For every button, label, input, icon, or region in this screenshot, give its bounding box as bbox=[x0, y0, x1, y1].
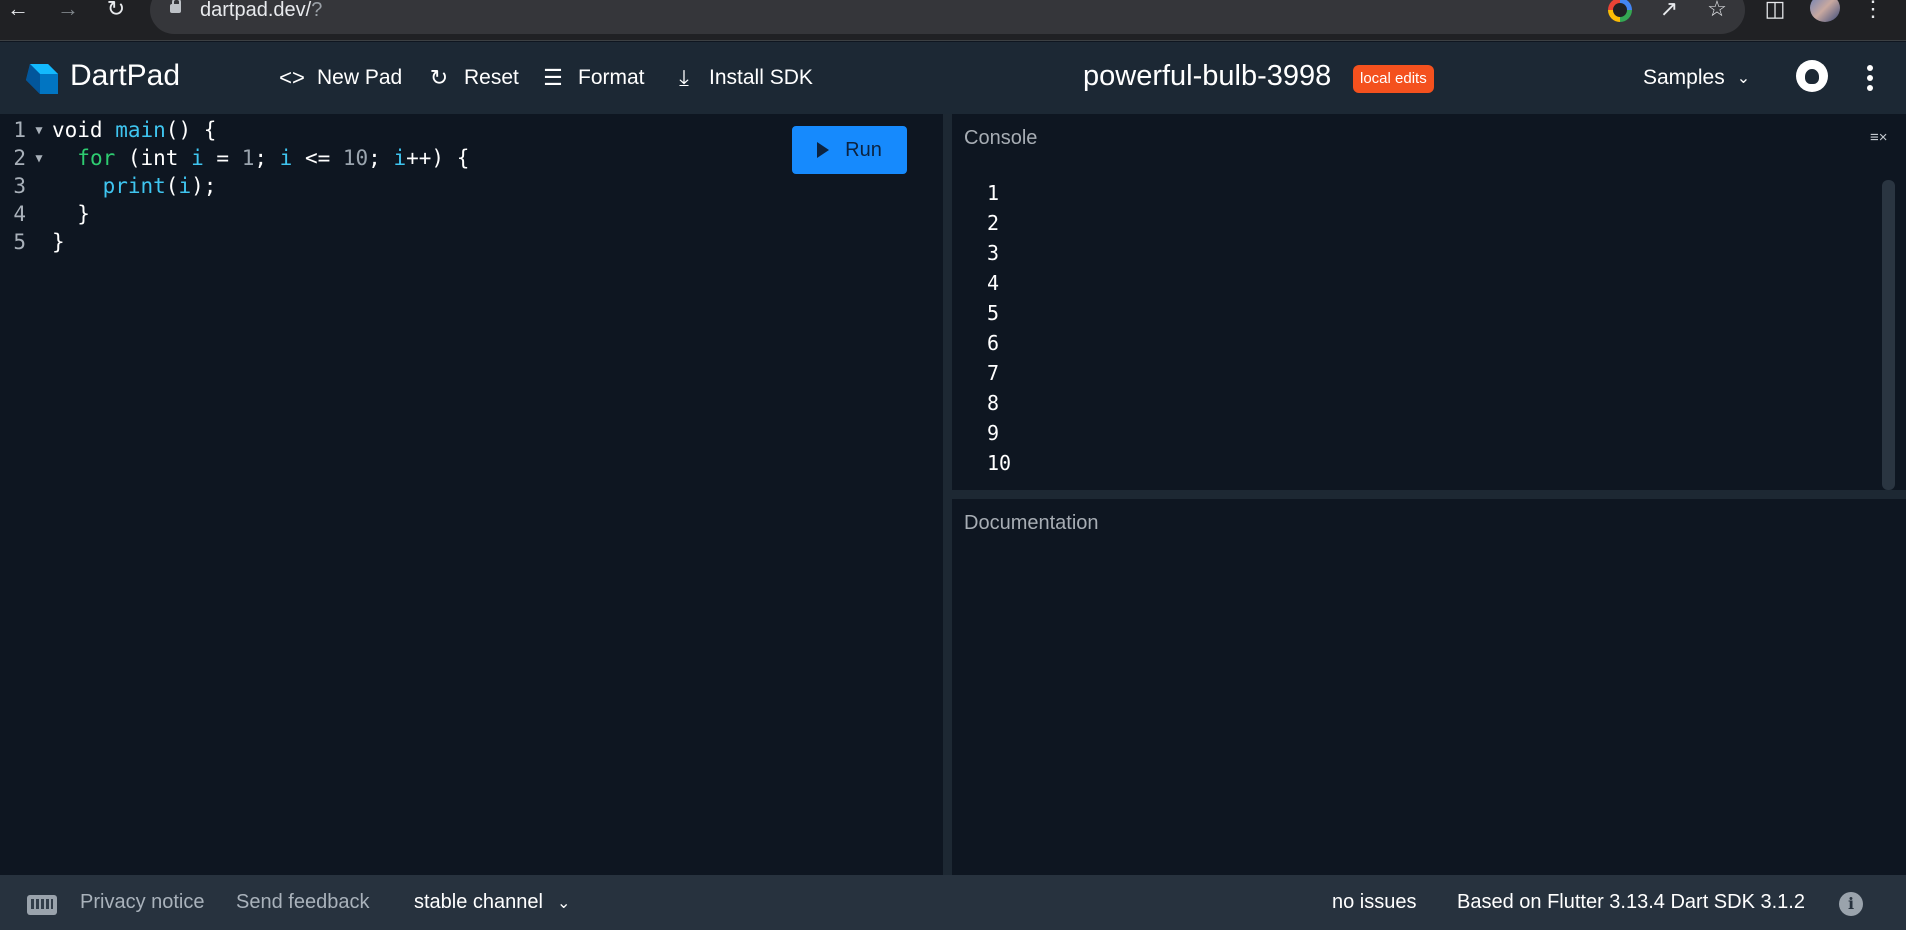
output-line: 9 bbox=[987, 421, 1000, 445]
issues-status: no issues bbox=[1332, 891, 1417, 913]
lock-icon bbox=[170, 0, 181, 13]
code-editor[interactable]: 1 ▼ void main() { 2 ▼ for (int i = 1; i <= … bbox=[0, 114, 943, 875]
profile-avatar[interactable] bbox=[1810, 0, 1840, 22]
app-brand: DartPad bbox=[70, 59, 181, 92]
reload-icon[interactable]: ↻ bbox=[104, 0, 128, 20]
output-line: 3 bbox=[987, 241, 1000, 265]
run-button[interactable]: Run bbox=[792, 126, 907, 174]
play-icon bbox=[817, 142, 830, 158]
console-output: 1 2 3 4 5 6 7 8 9 10 bbox=[987, 178, 1011, 478]
info-icon[interactable]: i bbox=[1839, 892, 1863, 916]
star-icon[interactable]: ☆ bbox=[1704, 0, 1730, 22]
channel-dropdown[interactable]: stable channel ⌄ bbox=[414, 891, 570, 914]
console-scrollbar[interactable] bbox=[1882, 180, 1895, 490]
horizontal-splitter[interactable] bbox=[952, 490, 1906, 499]
version-info: Based on Flutter 3.13.4 Dart SDK 3.1.2 bbox=[1457, 891, 1805, 913]
reset-button[interactable]: ↻ Reset bbox=[426, 62, 519, 94]
code-line: 3 print(i); bbox=[13, 174, 217, 198]
chrome-menu-icon[interactable]: ⋮ bbox=[1860, 0, 1886, 22]
pad-title: powerful-bulb-3998 bbox=[1083, 60, 1332, 92]
download-icon: ⤓ bbox=[679, 65, 689, 90]
format-align-icon: ☰ bbox=[543, 65, 563, 90]
output-line: 8 bbox=[987, 391, 1000, 415]
vertical-splitter[interactable] bbox=[943, 114, 952, 875]
url-text: dartpad.dev/? bbox=[200, 0, 323, 21]
output-line: 1 bbox=[987, 181, 1000, 205]
output-line: 6 bbox=[987, 331, 1000, 355]
address-bar[interactable]: dartpad.dev/? bbox=[150, 0, 1745, 34]
share-icon[interactable]: ↗ bbox=[1656, 0, 1682, 22]
privacy-notice-link[interactable]: Privacy notice bbox=[80, 891, 205, 914]
format-button[interactable]: ☰ Format bbox=[540, 62, 644, 94]
status-bar: Privacy notice Send feedback stable chan… bbox=[0, 875, 1906, 930]
code-line: 4 } bbox=[13, 202, 90, 226]
browser-toolbar: ← → ↻ dartpad.dev/? ↗ ☆ ◫ ⋮ bbox=[0, 0, 1906, 41]
forward-icon[interactable]: → bbox=[56, 0, 80, 20]
send-feedback-link[interactable]: Send feedback bbox=[236, 891, 369, 914]
code-line: 2 ▼ for (int i = 1; i <= 10; i++) { bbox=[13, 146, 470, 170]
keyboard-icon[interactable] bbox=[27, 895, 57, 915]
code-line: 1 ▼ void main() { bbox=[13, 118, 217, 142]
documentation-title: Documentation bbox=[964, 512, 1099, 534]
clear-console-icon[interactable]: ≡× bbox=[1870, 129, 1890, 146]
output-line: 4 bbox=[987, 271, 1000, 295]
local-edits-badge: local edits bbox=[1353, 65, 1434, 93]
fold-icon[interactable]: ▼ bbox=[26, 151, 52, 165]
github-icon[interactable] bbox=[1796, 60, 1828, 92]
documentation-panel: Documentation bbox=[952, 499, 1906, 875]
fold-icon[interactable]: ▼ bbox=[26, 123, 52, 137]
output-line: 7 bbox=[987, 361, 1000, 385]
install-sdk-button[interactable]: ⤓ Install SDK bbox=[671, 62, 813, 94]
side-panel-icon[interactable]: ◫ bbox=[1762, 0, 1788, 22]
output-line: 5 bbox=[987, 301, 1000, 325]
back-icon[interactable]: ← bbox=[6, 0, 30, 20]
more-menu-icon[interactable] bbox=[1862, 62, 1878, 94]
dart-logo-icon bbox=[26, 64, 58, 94]
new-pad-button[interactable]: <> New Pad bbox=[279, 62, 402, 94]
chevron-down-icon: ⌄ bbox=[556, 894, 571, 912]
output-line: 10 bbox=[987, 451, 1012, 475]
console-title: Console bbox=[964, 127, 1038, 149]
chevron-down-icon: ⌄ bbox=[1736, 70, 1751, 87]
code-icon: <> bbox=[279, 65, 305, 90]
output-line: 2 bbox=[987, 211, 1000, 235]
refresh-icon: ↻ bbox=[429, 65, 449, 90]
samples-dropdown[interactable]: Samples ⌄ bbox=[1643, 66, 1750, 90]
code-line: 5} bbox=[13, 230, 65, 254]
console-panel: Console ≡× 1 2 3 4 5 6 7 8 9 10 bbox=[952, 114, 1906, 490]
app-header: DartPad <> New Pad ↻ Reset ☰ Format ⤓ In… bbox=[0, 42, 1906, 114]
